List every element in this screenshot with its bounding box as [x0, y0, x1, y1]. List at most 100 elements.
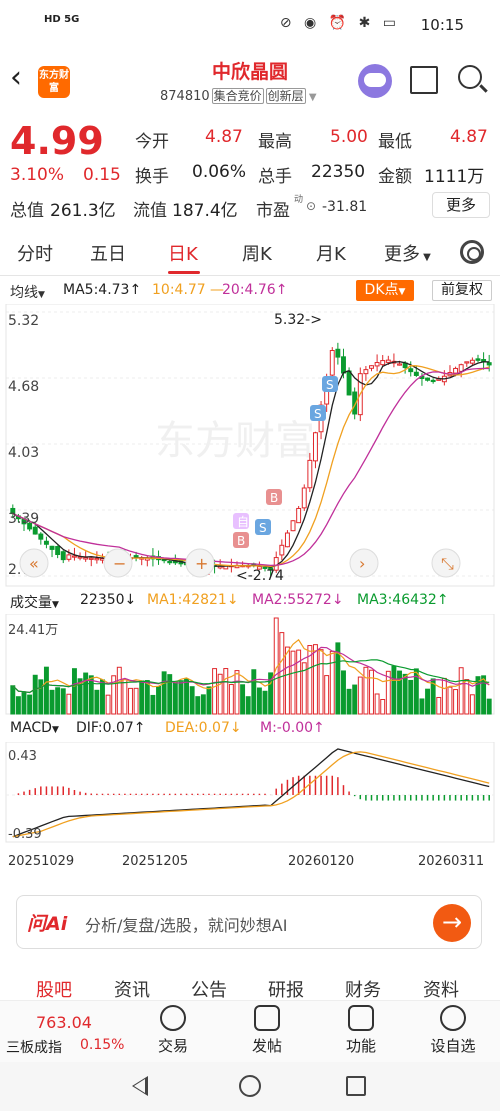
signal-sell-label: S [314, 407, 322, 421]
gear-icon[interactable] [460, 240, 484, 264]
volume-bar [296, 649, 302, 715]
index-name[interactable]: 三板成指 [6, 1037, 62, 1057]
high-value: 5.00 [330, 127, 368, 147]
index-price[interactable]: 763.04 [36, 1013, 92, 1032]
ai-placeholder: 分析/复盘/选股，就问妙想AI [85, 916, 288, 935]
volume-bar [436, 696, 442, 715]
tab-more[interactable]: 更多 ▼ [384, 240, 431, 266]
vol-ma1: MA1:42821↓ [147, 592, 239, 608]
volume-bar [228, 683, 234, 715]
candle-body [464, 361, 470, 364]
chevron-down-icon[interactable]: ▼ [306, 92, 317, 103]
y-axis-label: 4.03 [8, 445, 39, 461]
candle-body [329, 350, 335, 376]
candle-body [397, 363, 402, 366]
tab-finance[interactable]: 财务 [345, 976, 381, 1002]
ai-assistant-icon[interactable] [358, 64, 392, 98]
kline-chart[interactable]: 东方财富 5.324.684.033.392.745.32-><-2.74 自B… [0, 304, 500, 588]
candle-body [469, 359, 475, 364]
more-dots-icon [440, 1005, 466, 1031]
nav-functions[interactable]: 功能 [326, 1005, 396, 1056]
nav-trade[interactable]: 交易 [138, 1005, 208, 1056]
volume-bar [206, 686, 212, 715]
low-label: 最低 [378, 132, 412, 152]
macd-chart[interactable]: 0.43 -0.39 20251029 20251205 20260120 20… [0, 742, 500, 880]
macd-selector[interactable]: MACD▼ [10, 720, 59, 736]
nav-add-watchlist[interactable]: 设自选 [418, 1005, 488, 1056]
candle-body [312, 432, 318, 462]
nav-post[interactable]: 发帖 [232, 1005, 302, 1056]
ma-selector[interactable]: 均线▼ [10, 282, 45, 302]
volume-bar [200, 694, 206, 715]
volume-bar [341, 670, 346, 715]
share-icon[interactable] [410, 66, 438, 94]
candle-body [296, 507, 302, 524]
system-recents-icon[interactable] [346, 1076, 366, 1096]
adjust-button[interactable]: 前复权 [432, 280, 492, 301]
volume-bar [245, 696, 251, 715]
pe-dynamic-mark: 动 [294, 195, 304, 205]
candle-body [83, 557, 89, 560]
caret-down-icon: ▼ [398, 287, 406, 297]
tab-intraday[interactable]: 分时 [17, 240, 53, 266]
tab-weekly-k[interactable]: 周K [242, 240, 272, 266]
volume-chart[interactable]: 24.41万 [0, 614, 500, 716]
system-home-icon[interactable] [239, 1075, 261, 1097]
volume-bar [167, 674, 173, 715]
index-change: 0.15% [80, 1037, 125, 1053]
float-value: 187.4亿 [172, 201, 238, 221]
volume-bar [357, 676, 363, 715]
caret-down-icon: ▼ [52, 600, 59, 610]
tab-profile[interactable]: 资料 [423, 976, 459, 1002]
nav-functions-label: 功能 [345, 1037, 376, 1055]
more-button[interactable]: 更多 [432, 192, 490, 218]
volume-bar [447, 686, 453, 715]
mktcap-label: 总值 [10, 201, 44, 221]
caret-down-icon: ▼ [51, 725, 59, 735]
candle-body [32, 526, 38, 535]
volume-selector[interactable]: 成交量▼ [10, 592, 59, 612]
mktcap-value: 261.3亿 [50, 201, 116, 221]
candle-body [38, 533, 44, 540]
tab-research[interactable]: 研报 [268, 976, 304, 1002]
volume-legend: 成交量▼ 22350↓ MA1:42821↓ MA2:55272↓ MA3:46… [0, 592, 500, 614]
tab-monthly-k[interactable]: 月K [316, 240, 346, 266]
system-back-icon[interactable] [132, 1076, 148, 1096]
arrow-right-icon[interactable]: → [433, 904, 471, 942]
ai-logo: 问Ai [27, 913, 68, 935]
volume-bar [195, 696, 201, 715]
ai-ask-bar[interactable]: 问Ai 分析/复盘/选股，就问妙想AI → [16, 895, 482, 949]
macd-max-label: 0.43 [8, 749, 37, 764]
volume-bar [425, 688, 431, 715]
candle-body [341, 356, 346, 374]
candle-body [453, 367, 459, 374]
macd-m: M:-0.00↑ [260, 720, 325, 736]
tab-daily-k[interactable]: 日K [168, 240, 198, 266]
search-icon[interactable] [458, 65, 482, 89]
volume-bar [88, 675, 94, 715]
volume-bar [60, 688, 66, 715]
volume-bar [100, 679, 105, 715]
info-dots-icon[interactable]: ⊙ [306, 199, 316, 213]
volume-bar [71, 668, 77, 715]
tab-five-day[interactable]: 五日 [90, 240, 126, 266]
vol-ma3: MA3:46432↑ [357, 592, 449, 608]
volume-bar [139, 680, 145, 715]
candle-body [369, 365, 374, 369]
tab-announcements[interactable]: 公告 [191, 976, 227, 1002]
tab-guba[interactable]: 股吧 [36, 976, 72, 1002]
info-tabs: 股吧 资讯 公告 研报 财务 资料 [0, 970, 500, 1002]
ma20-value: 20:4.76↑ [222, 282, 288, 298]
ma5-line [12, 361, 490, 568]
volume-bar [94, 689, 100, 715]
volume-value: 22350 [311, 162, 366, 182]
dk-label: DK点 [364, 282, 399, 298]
candle-body [55, 546, 61, 556]
dk-points-button[interactable]: DK点▼ [356, 280, 414, 301]
scroll-left-icon-glyph: « [29, 554, 39, 573]
tab-news[interactable]: 资讯 [114, 976, 150, 1002]
volume-bar [49, 689, 55, 715]
x-date-label: 20260120 [288, 854, 354, 869]
volume-label: 总手 [258, 167, 292, 187]
pe-label: 市盈 [256, 201, 290, 221]
